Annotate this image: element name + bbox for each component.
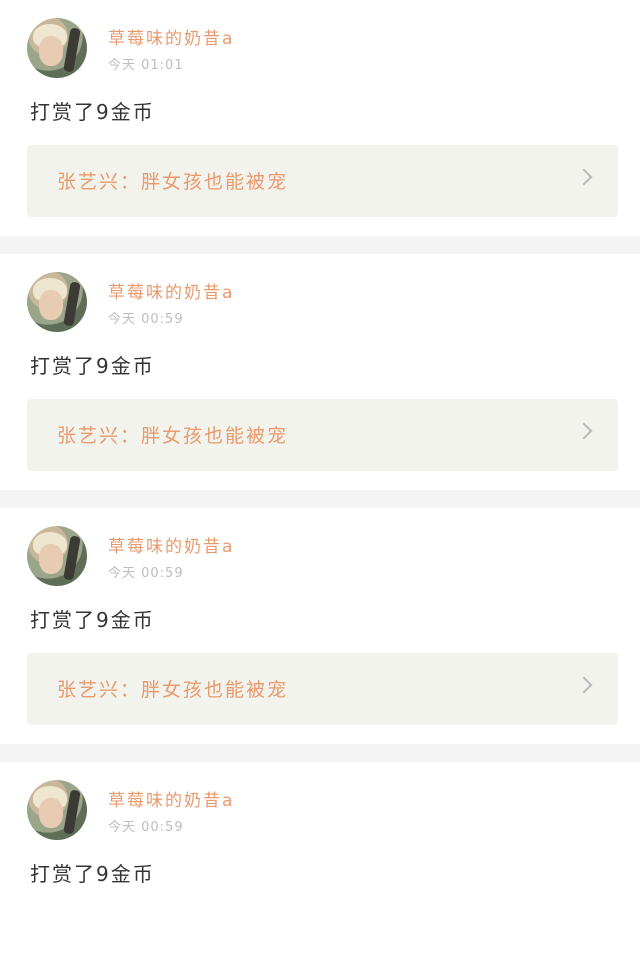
timestamp: 今天 00:59 [108, 566, 184, 581]
linked-post-title: 张艺兴：胖女孩也能被宠 [57, 679, 289, 701]
avatar[interactable] [27, 272, 87, 332]
username[interactable]: 草莓味的奶昔a [108, 786, 234, 811]
username[interactable]: 草莓味的奶昔a [108, 24, 234, 49]
timestamp: 今天 00:59 [108, 312, 184, 327]
timestamp: 今天 01:01 [108, 58, 184, 73]
username[interactable]: 草莓味的奶昔a [108, 532, 234, 557]
feed-item: 草莓味的奶昔a 今天 00:59 打赏了9金币 [0, 762, 640, 956]
avatar[interactable] [27, 780, 87, 840]
feed-item: 草莓味的奶昔a 今天 01:01 打赏了9金币 张艺兴：胖女孩也能被宠 [0, 0, 640, 236]
avatar[interactable] [27, 18, 87, 78]
linked-post-title: 张艺兴：胖女孩也能被宠 [57, 425, 289, 447]
chevron-right-icon [575, 676, 593, 694]
feed-item: 草莓味的奶昔a 今天 00:59 打赏了9金币 张艺兴：胖女孩也能被宠 [0, 254, 640, 490]
chevron-right-icon [575, 168, 593, 186]
linked-post-card[interactable]: 张艺兴：胖女孩也能被宠 [27, 653, 618, 725]
avatar[interactable] [27, 526, 87, 586]
reward-text: 打赏了9金币 [30, 354, 155, 378]
linked-post-card[interactable]: 张艺兴：胖女孩也能被宠 [27, 399, 618, 471]
linked-post-title: 张艺兴：胖女孩也能被宠 [57, 171, 289, 193]
linked-post-card[interactable]: 张艺兴：胖女孩也能被宠 [27, 145, 618, 217]
activity-feed: 草莓味的奶昔a 今天 01:01 打赏了9金币 张艺兴：胖女孩也能被宠 草莓味的… [0, 0, 640, 956]
reward-text: 打赏了9金币 [30, 608, 155, 632]
reward-text: 打赏了9金币 [30, 862, 155, 886]
feed-item: 草莓味的奶昔a 今天 00:59 打赏了9金币 张艺兴：胖女孩也能被宠 [0, 508, 640, 744]
timestamp: 今天 00:59 [108, 820, 184, 835]
reward-text: 打赏了9金币 [30, 100, 155, 124]
chevron-right-icon [575, 422, 593, 440]
username[interactable]: 草莓味的奶昔a [108, 278, 234, 303]
